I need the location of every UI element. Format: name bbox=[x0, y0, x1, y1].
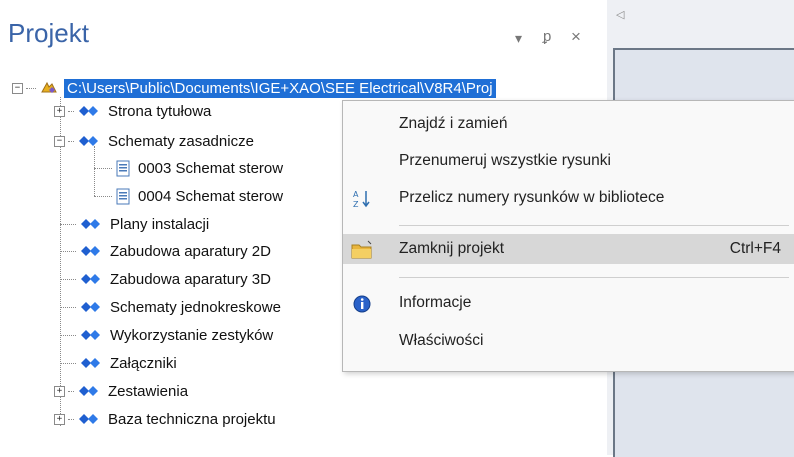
tree-item[interactable]: − Schematy zasadnicze bbox=[54, 130, 256, 152]
tree-item-label[interactable]: Schematy zasadnicze bbox=[106, 133, 256, 150]
category-icon bbox=[80, 273, 102, 285]
menu-item-shortcut: Ctrl+F4 bbox=[729, 240, 781, 257]
tree-item-label[interactable]: 0003 Schemat sterow bbox=[136, 160, 285, 177]
collapse-icon[interactable]: − bbox=[54, 135, 65, 147]
tree-item-label[interactable]: Zestawienia bbox=[106, 383, 190, 400]
menu-item-close-project[interactable]: Zamknij projekt Ctrl+F4 bbox=[343, 234, 794, 264]
tree-item[interactable]: Wykorzystanie zestyków bbox=[60, 324, 275, 346]
tree-item[interactable]: + Zestawienia bbox=[54, 380, 190, 402]
category-icon bbox=[80, 218, 102, 230]
drawing-page-icon bbox=[116, 160, 130, 177]
collapse-icon[interactable]: − bbox=[12, 82, 23, 94]
expand-icon[interactable]: + bbox=[54, 105, 65, 117]
tree-item-label[interactable]: Strona tytułowa bbox=[106, 103, 213, 120]
tree-item[interactable]: 0003 Schemat sterow bbox=[94, 157, 285, 179]
menu-item-label: Znajdź i zamień bbox=[399, 115, 508, 132]
category-icon bbox=[80, 357, 102, 369]
tree-item-label[interactable]: Załączniki bbox=[108, 355, 179, 372]
category-icon bbox=[78, 105, 100, 117]
context-menu: Znajdź i zamień Przenumeruj wszystkie ry… bbox=[342, 100, 794, 372]
svg-text:Z: Z bbox=[353, 200, 359, 209]
tree-item-label[interactable]: Zabudowa aparatury 2D bbox=[108, 243, 273, 260]
category-icon bbox=[80, 329, 102, 341]
menu-item-information[interactable]: Informacje bbox=[343, 288, 794, 318]
tree-item[interactable]: Zabudowa aparatury 2D bbox=[60, 240, 273, 262]
menu-item-label: Zamknij projekt bbox=[399, 240, 505, 257]
menu-item-label: Przenumeruj wszystkie rysunki bbox=[399, 152, 611, 169]
menu-item-label: Właściwości bbox=[399, 332, 484, 349]
tree-item[interactable]: Załączniki bbox=[60, 352, 179, 374]
category-icon bbox=[80, 245, 102, 257]
tree-item[interactable]: Schematy jednokreskowe bbox=[60, 296, 283, 318]
info-icon bbox=[351, 293, 373, 315]
menu-separator bbox=[399, 277, 789, 278]
close-panel-icon[interactable]: × bbox=[571, 27, 581, 47]
pin-icon[interactable]: ᵱ bbox=[543, 28, 551, 45]
panel-dropdown-icon[interactable]: ▾ bbox=[515, 30, 522, 47]
tree-root[interactable]: − C:\Users\Public\Documents\IGE+XAO\SEE … bbox=[12, 77, 496, 99]
tree-item[interactable]: + Baza techniczna projektu bbox=[54, 408, 278, 430]
tree-item[interactable]: Zabudowa aparatury 3D bbox=[60, 268, 273, 290]
tree-item-label[interactable]: Zabudowa aparatury 3D bbox=[108, 271, 273, 288]
menu-item-properties[interactable]: Właściwości bbox=[343, 326, 794, 356]
menu-item-recalc[interactable]: A Z Przelicz numery rysunków w bibliotec… bbox=[343, 183, 794, 213]
category-icon bbox=[80, 301, 102, 313]
menu-item-label: Przelicz numery rysunków w bibliotece bbox=[399, 189, 665, 206]
tree-item[interactable]: 0004 Schemat sterow bbox=[94, 185, 285, 207]
tree-item-label[interactable]: 0004 Schemat sterow bbox=[136, 188, 285, 205]
category-icon bbox=[78, 413, 100, 425]
svg-text:A: A bbox=[353, 190, 359, 199]
sort-az-icon: A Z bbox=[351, 188, 373, 210]
tree-item-label[interactable]: Schematy jednokreskowe bbox=[108, 299, 283, 316]
tree-item[interactable]: + Strona tytułowa bbox=[54, 100, 213, 122]
drawing-page-icon bbox=[116, 188, 130, 205]
expand-icon[interactable]: + bbox=[54, 385, 65, 397]
tree-root-label[interactable]: C:\Users\Public\Documents\IGE+XAO\SEE El… bbox=[64, 78, 496, 98]
tree-item-label[interactable]: Plany instalacji bbox=[108, 216, 211, 233]
menu-item-find-replace[interactable]: Znajdź i zamień bbox=[343, 109, 794, 139]
tab-scroll-left-icon[interactable]: ◁ bbox=[616, 8, 624, 21]
tree-item-label[interactable]: Baza techniczna projektu bbox=[106, 411, 278, 428]
category-icon bbox=[78, 135, 100, 147]
menu-item-label: Informacje bbox=[399, 294, 472, 311]
tree-item-label[interactable]: Wykorzystanie zestyków bbox=[108, 327, 275, 344]
menu-item-renumber[interactable]: Przenumeruj wszystkie rysunki bbox=[343, 146, 794, 176]
folder-close-icon bbox=[351, 239, 373, 261]
expand-icon[interactable]: + bbox=[54, 413, 65, 425]
category-icon bbox=[78, 385, 100, 397]
panel-title: Projekt bbox=[8, 18, 89, 48]
project-root-icon bbox=[40, 80, 58, 96]
menu-separator bbox=[399, 225, 789, 226]
tree-item[interactable]: Plany instalacji bbox=[60, 213, 211, 235]
